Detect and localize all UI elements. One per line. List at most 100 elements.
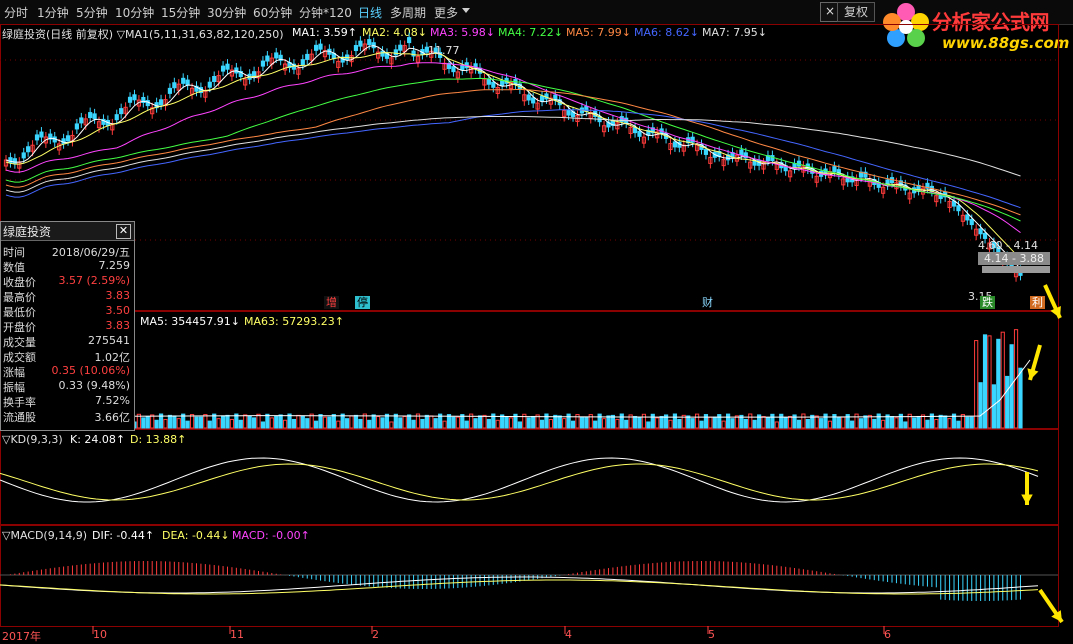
- volume-bar: [982, 334, 988, 429]
- candle-body: [74, 123, 79, 130]
- volume-bar: [216, 418, 221, 429]
- volume-bar: [353, 414, 359, 429]
- event-marker-die[interactable]: 跌: [980, 296, 995, 309]
- candle-body: [119, 108, 124, 115]
- volume-bar: [402, 415, 407, 429]
- volume-bar: [141, 417, 146, 429]
- volume-bar: [376, 416, 381, 429]
- volume-bar: [659, 415, 664, 429]
- volume-bar: [327, 416, 332, 429]
- volume-bar: [889, 416, 895, 429]
- popup-row-close: 收盘价 3.57 (2.59%): [3, 274, 130, 289]
- popup-row-open: 开盘价 3.83: [3, 319, 130, 334]
- event-marker-li[interactable]: 利: [1030, 296, 1045, 309]
- volume-bar: [584, 416, 589, 429]
- candle-body: [172, 82, 177, 89]
- popup-row-low: 最低价 3.50: [3, 304, 130, 319]
- volume-bar: [167, 414, 173, 429]
- xaxis-label-2017: 2017年: [2, 630, 41, 643]
- volume-bar: [969, 416, 974, 429]
- volume-bar: [641, 413, 647, 429]
- volume-bar: [725, 413, 731, 429]
- popup-row-turnover: 换手率 7.52%: [3, 394, 130, 409]
- volume-bar: [925, 419, 930, 429]
- volume-bar: [796, 419, 802, 429]
- volume-bar: [632, 416, 638, 429]
- candle-body: [672, 141, 678, 148]
- volume-bar: [624, 419, 629, 429]
- volume-bar: [424, 414, 429, 429]
- volume-bar: [282, 419, 288, 429]
- volume-bar: [619, 413, 624, 429]
- candle-body: [132, 94, 137, 101]
- volume-bar: [938, 414, 943, 429]
- candle-body: [539, 95, 545, 102]
- data-window-popup[interactable]: 绿庭投资 ✕ 时间 2018/06/29/五 数值 7.259 收盘价 3.57 (2…: [0, 221, 135, 431]
- event-marker-ting[interactable]: 停: [355, 296, 370, 309]
- ma-line: [5, 45, 1021, 269]
- volume-bar: [597, 413, 602, 429]
- volume-bar: [881, 419, 886, 429]
- volume-bar: [508, 417, 514, 429]
- volume-bar: [566, 413, 571, 429]
- candle-body: [220, 65, 226, 72]
- volume-bar: [349, 415, 354, 429]
- event-marker-cai[interactable]: 财: [700, 296, 715, 309]
- volume-bar: [336, 420, 341, 429]
- candle-body: [274, 52, 279, 59]
- kd-title: ▽KD(9,3,3): [2, 433, 63, 446]
- range-label-2: 4.14 - 3.88: [984, 252, 1044, 265]
- candle-body: [158, 99, 164, 106]
- volume-bar: [788, 415, 793, 429]
- volume-bar: [694, 413, 700, 429]
- volume-bar: [876, 413, 881, 429]
- popup-titlebar[interactable]: 绿庭投资 ✕: [1, 222, 134, 241]
- volume-bar: [650, 413, 655, 429]
- popup-row-amplitude: 振幅 0.33 (9.48%): [3, 379, 130, 394]
- kd-d-value: D: 13.88↑: [130, 433, 187, 446]
- volume-bar: [531, 415, 536, 429]
- candle-body: [260, 60, 266, 67]
- volume-bar: [570, 420, 576, 429]
- volume-bar: [265, 413, 270, 429]
- volume-bar: [655, 417, 660, 429]
- volume-bar: [163, 418, 168, 429]
- volume-bar: [1018, 367, 1023, 429]
- event-marker-zeng[interactable]: 增: [324, 296, 339, 309]
- popup-row-volume: 成交量 275541: [3, 334, 130, 349]
- popup-title: 绿庭投资: [3, 225, 52, 239]
- kd-k-value: K: 24.08↑: [70, 433, 126, 446]
- volume-bar: [593, 420, 598, 429]
- candle-body: [451, 66, 456, 73]
- volume-bar: [690, 418, 695, 429]
- volume-bar: [526, 417, 531, 429]
- volume-bar: [367, 419, 372, 429]
- popup-close-button[interactable]: ✕: [116, 224, 131, 239]
- candle-body: [978, 228, 983, 235]
- volume-bar: [677, 418, 682, 429]
- volume-bar: [274, 415, 279, 429]
- ma-line: [5, 77, 1021, 222]
- volume-bar: [455, 416, 460, 429]
- candle-body: [398, 44, 403, 51]
- volume-bar: [278, 414, 283, 429]
- range-band-2: [982, 266, 1050, 273]
- macd-dea-line: [0, 579, 1039, 595]
- range-label-1: 4.60 - 4.14: [978, 239, 1038, 252]
- popup-row-float: 流通股 3.66亿: [3, 411, 130, 424]
- volume-bar: [1005, 375, 1010, 429]
- candle-body: [34, 134, 40, 141]
- volume-bar: [801, 413, 806, 429]
- volume-bar: [841, 416, 846, 429]
- candle-body: [353, 45, 359, 52]
- volume-bar: [451, 416, 456, 429]
- ma-line: [5, 89, 1021, 216]
- candle-body: [703, 148, 709, 155]
- candle-body: [21, 152, 26, 159]
- ma-line: [5, 62, 1021, 234]
- candle-body: [300, 59, 305, 66]
- candle-body: [393, 49, 398, 56]
- volume-bar: [863, 415, 868, 429]
- volume-bar: [903, 421, 908, 429]
- volume-bar: [398, 417, 403, 429]
